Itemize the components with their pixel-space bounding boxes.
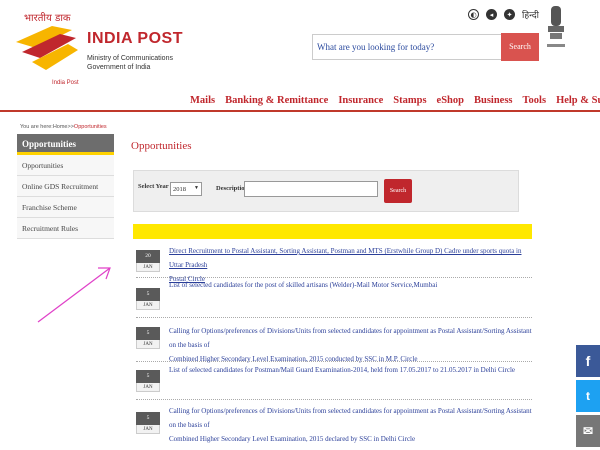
date-day: 5 — [136, 412, 160, 425]
sidebar-item-online-gds[interactable]: Online GDS Recruitment — [17, 176, 114, 197]
nav-business[interactable]: Business — [474, 95, 513, 106]
date-month: JAN — [136, 263, 160, 272]
date-month: JAN — [136, 425, 160, 434]
accessibility-bar: ◐ ◂ ✦ हिन्दी — [468, 8, 539, 21]
year-select[interactable]: 2018 ▼ — [170, 182, 202, 196]
opportunity-text: Combined Higher Secondary Level Examinat… — [169, 435, 416, 443]
chevron-down-icon: ▼ — [194, 186, 199, 191]
nav-stamps[interactable]: Stamps — [393, 95, 426, 106]
facebook-share-button[interactable]: f — [576, 345, 600, 377]
contrast-icon[interactable]: ◐ — [468, 9, 479, 20]
description-input[interactable] — [244, 181, 378, 197]
india-post-logo[interactable]: भारतीय डाक — [12, 10, 82, 78]
breadcrumb-prefix[interactable]: You are here:Home>> — [20, 124, 74, 130]
logo-subtext: India Post — [52, 80, 79, 86]
year-label: Select Year — [138, 183, 169, 190]
audio-icon[interactable]: ◂ — [486, 9, 497, 20]
page-title: Opportunities — [131, 140, 192, 152]
annotation-arrow-icon — [37, 267, 111, 323]
twitter-share-button[interactable]: t — [576, 380, 600, 412]
opportunity-text: Calling for Options/preferences of Divis… — [169, 327, 532, 349]
nav-eshop[interactable]: eShop — [437, 95, 464, 106]
breadcrumb-current: Opportunities — [73, 124, 107, 130]
site-search-input[interactable]: What are you looking for today? — [312, 34, 502, 60]
date-month: JAN — [136, 301, 160, 310]
date-badge: 20 JAN — [136, 250, 160, 272]
twitter-icon: t — [586, 389, 590, 403]
list-item: 20 JAN Direct Recruitment to Postal Assi… — [136, 244, 532, 283]
government-line: Government of India — [87, 64, 151, 71]
list-item: 5 JAN Calling for Options/preferences of… — [136, 400, 532, 446]
list-item: 5 JAN Calling for Options/preferences of… — [136, 318, 532, 363]
sidebar-item-recruitment-rules[interactable]: Recruitment Rules — [17, 218, 114, 239]
date-day: 5 — [136, 288, 160, 301]
mail-share-button[interactable]: ✉ — [576, 415, 600, 447]
nav-help-support[interactable]: Help & Support — [556, 95, 600, 106]
logo-emblem-icon — [16, 26, 78, 70]
sidebar-heading: Opportunities — [17, 134, 114, 155]
date-day: 20 — [136, 250, 160, 263]
highlight-bar — [133, 224, 532, 239]
date-badge: 5 JAN — [136, 327, 160, 349]
facebook-icon: f — [585, 353, 591, 369]
opportunity-link[interactable]: Calling for Options/preferences of Divis… — [169, 404, 532, 446]
main-nav: Mails Banking & Remittance Insurance Sta… — [190, 95, 600, 106]
year-value: 2018 — [173, 186, 186, 193]
date-day: 5 — [136, 327, 160, 340]
opportunity-link[interactable]: List of selected candidates for Postman/… — [169, 363, 515, 377]
opportunity-text: List of selected candidates for the post… — [169, 281, 438, 289]
date-month: JAN — [136, 340, 160, 349]
opportunity-list: 20 JAN Direct Recruitment to Postal Assi… — [136, 244, 532, 446]
sidebar: Opportunities Opportunities Online GDS R… — [17, 134, 114, 239]
brand-name[interactable]: INDIA POST — [87, 30, 183, 48]
nav-tools[interactable]: Tools — [523, 95, 547, 106]
date-badge: 5 JAN — [136, 412, 160, 434]
date-month: JAN — [136, 383, 160, 392]
national-emblem-icon — [547, 6, 565, 47]
accessibility-icon[interactable]: ✦ — [504, 9, 515, 20]
date-badge: 5 JAN — [136, 370, 160, 392]
opportunity-text: List of selected candidates for Postman/… — [169, 366, 516, 374]
list-item: 5 JAN List of selected candidates for th… — [136, 278, 532, 318]
date-day: 5 — [136, 370, 160, 383]
filter-search-button[interactable]: Search — [384, 179, 412, 203]
language-toggle[interactable]: हिन्दी — [522, 8, 539, 21]
site-search-button[interactable]: Search — [501, 33, 539, 61]
opportunity-link[interactable]: Calling for Options/preferences of Divis… — [169, 324, 532, 366]
sidebar-item-opportunities[interactable]: Opportunities — [17, 155, 114, 176]
filter-panel: Select Year 2018 ▼ Description Search — [133, 170, 519, 212]
opportunity-link[interactable]: List of selected candidates for the post… — [169, 278, 437, 292]
ministry-line: Ministry of Communications — [87, 55, 173, 62]
mail-icon: ✉ — [582, 424, 594, 438]
breadcrumb: You are here:Home>>Opportunities — [20, 124, 107, 130]
opportunity-text: Calling for Options/preferences of Divis… — [169, 407, 532, 429]
nav-banking[interactable]: Banking & Remittance — [225, 95, 328, 106]
site-header: भारतीय डाक India Post INDIA POST Ministr… — [0, 0, 600, 112]
ministry-text: Ministry of Communications Government of… — [87, 54, 173, 72]
nav-mails[interactable]: Mails — [190, 95, 215, 106]
nav-insurance[interactable]: Insurance — [338, 95, 383, 106]
date-badge: 5 JAN — [136, 288, 160, 310]
sidebar-item-franchise[interactable]: Franchise Scheme — [17, 197, 114, 218]
list-item: 5 JAN List of selected candidates for Po… — [136, 362, 532, 400]
opportunity-text: Direct Recruitment to Postal Assistant, … — [169, 247, 522, 269]
